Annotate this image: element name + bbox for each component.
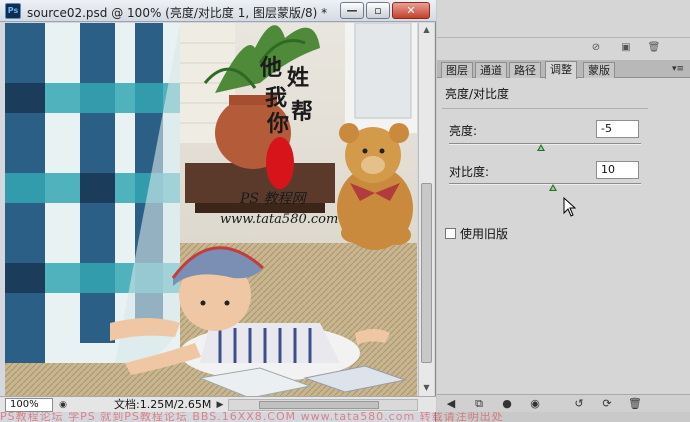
restore-icon: ▫ [374, 4, 382, 17]
canvas-brand-text: PS 教程网 [239, 191, 307, 207]
calligraphy-char: 我 [265, 85, 287, 111]
visibility-eye-icon[interactable]: ◉ [527, 397, 543, 411]
restore-button[interactable]: ▫ [366, 2, 390, 19]
contrast-value-field[interactable]: 10 [596, 161, 639, 179]
back-arrow-icon[interactable]: ◀ [443, 397, 459, 411]
tab-channels[interactable]: 通道 [475, 62, 507, 78]
document-size-info: 文档:1.25M/2.65M [114, 398, 212, 411]
contrast-slider-track[interactable] [449, 183, 641, 185]
minimize-icon: — [346, 4, 358, 17]
upper-panel-toolbar: ⊘ ▣ 🗑 [437, 40, 690, 56]
status-menu-arrow-icon[interactable]: ▶ [214, 399, 226, 411]
view-previous-state-icon[interactable]: ↺ [571, 397, 587, 411]
vertical-scroll-thumb[interactable] [421, 183, 432, 363]
upper-panel-area [437, 0, 690, 38]
contrast-label: 对比度: [449, 165, 490, 179]
delete-adjustment-icon[interactable]: 🗑 [627, 397, 643, 411]
brightness-value-field[interactable]: -5 [596, 120, 639, 138]
mouse-pointer-icon [563, 197, 577, 217]
brightness-label: 亮度: [449, 124, 478, 138]
photo-illustration: 他 姓 我 帮 你 PS 教程网 www.tata580.com [5, 23, 417, 396]
red-seal-icon [266, 137, 294, 189]
photoshop-logo-icon: Ps [5, 3, 21, 19]
canvas-url-text: www.tata580.com [220, 212, 338, 227]
photoshop-screen: Ps source02.psd @ 100% (亮度/对比度 1, 图层蒙版/8… [0, 0, 690, 422]
title-divider [442, 108, 648, 109]
horizontal-scrollbar[interactable] [228, 399, 418, 411]
panel-menu-icon[interactable]: ▾≡ [670, 63, 686, 75]
clip-to-layer-icon[interactable]: ● [499, 397, 515, 411]
adjustment-title: 亮度/对比度 [445, 87, 510, 101]
zoom-level-field[interactable]: 100% [5, 398, 53, 412]
new-item-icon[interactable]: ▣ [619, 41, 633, 55]
minimize-button[interactable]: — [340, 2, 364, 19]
use-legacy-checkbox[interactable] [445, 228, 456, 239]
close-icon: ✕ [406, 4, 416, 17]
status-options-icon[interactable]: ◉ [56, 398, 70, 412]
trash-icon[interactable]: 🗑 [647, 41, 661, 55]
vertical-scrollbar[interactable]: ▲ ▼ [418, 23, 434, 396]
close-button[interactable]: ✕ [392, 2, 430, 19]
tab-paths[interactable]: 路径 [509, 62, 541, 78]
panel-bottom-toolbar: ◀ ⧉ ● ◉ ↺ ⟳ 🗑 [437, 394, 690, 412]
watermark-text: PS教程论坛 学PS 就到PS教程论坛 BBS.16XX8.COM www.ta… [0, 412, 504, 422]
calligraphy-char: 他 [259, 55, 282, 81]
contrast-slider-handle-icon[interactable] [548, 184, 557, 191]
use-legacy-label: 使用旧版 [460, 227, 509, 241]
resize-panel-icon[interactable]: ⧉ [471, 397, 487, 411]
tab-layers[interactable]: 图层 [441, 62, 473, 78]
scroll-down-icon[interactable]: ▼ [419, 381, 434, 395]
panel-tab-bar: 图层 通道 路径 调整 蒙版 ▾≡ [437, 60, 690, 79]
calligraphy-char: 帮 [291, 99, 313, 125]
tab-masks[interactable]: 蒙版 [583, 62, 615, 78]
document-window: Ps source02.psd @ 100% (亮度/对比度 1, 图层蒙版/8… [0, 0, 436, 422]
document-titlebar[interactable]: Ps source02.psd @ 100% (亮度/对比度 1, 图层蒙版/8… [0, 0, 436, 22]
calligraphy-char: 姓 [287, 65, 309, 91]
horizontal-scroll-thumb[interactable] [259, 401, 379, 409]
document-title: source02.psd @ 100% (亮度/对比度 1, 图层蒙版/8) * [27, 6, 328, 20]
brightness-slider-handle-icon[interactable] [537, 144, 546, 151]
no-entry-icon[interactable]: ⊘ [589, 41, 603, 55]
status-bar: 100% ◉ 文档:1.25M/2.65M ▶ [0, 396, 436, 412]
tab-adjustments[interactable]: 调整 [545, 61, 577, 79]
scroll-up-icon[interactable]: ▲ [419, 23, 434, 37]
reset-icon[interactable]: ⟳ [599, 397, 615, 411]
calligraphy-char: 你 [266, 111, 289, 137]
image-canvas[interactable]: 他 姓 我 帮 你 PS 教程网 www.tata580.com [5, 23, 417, 396]
adjustments-panel-dock: ⊘ ▣ 🗑 图层 通道 路径 调整 蒙版 ▾≡ 亮度/对比度 亮度: -5 对比… [437, 0, 690, 412]
